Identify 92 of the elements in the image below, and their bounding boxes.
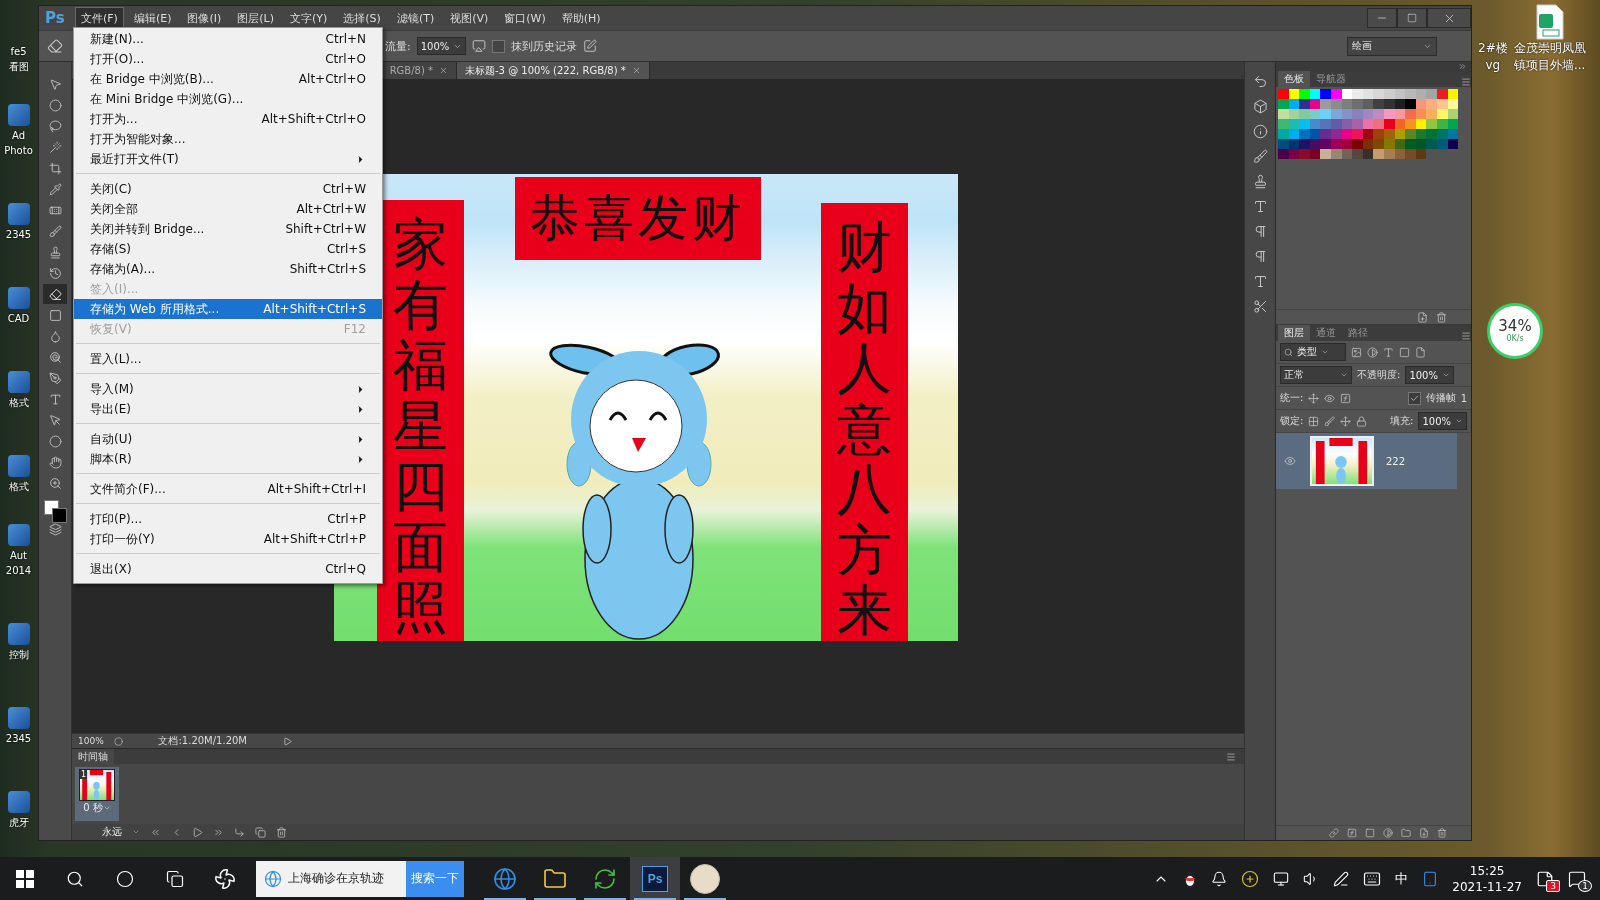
menu-entry[interactable]: 打印一份(Y) Alt+Shift+Ctrl+P	[74, 529, 382, 549]
desktop-icon-label: 看图	[8, 60, 29, 74]
menu-entry[interactable]: 文件简介(F)... Alt+Shift+Ctrl+I	[74, 479, 382, 499]
desktop-icon-label: vg	[1485, 57, 1501, 74]
menu-item[interactable]: 视图(V)	[444, 6, 495, 30]
desktop-icon-label: 格式	[8, 480, 29, 494]
desktop-icon-label: 金茂崇明凤凰	[1513, 40, 1586, 57]
fill-label: 填充:	[1390, 414, 1414, 428]
document-size: 文档:1.20M/1.20M	[157, 734, 248, 748]
menu-item[interactable]: 选择(S)	[337, 6, 387, 30]
menu-item[interactable]: 帮助(H)	[555, 6, 607, 30]
propagate-label: 传播帧	[1425, 391, 1456, 405]
fill-field[interactable]: 100%	[1418, 412, 1467, 430]
menu-item[interactable]: 文字(Y)	[284, 6, 334, 30]
menu-entry[interactable]: 存储为(A)... Shift+Ctrl+S	[74, 259, 382, 279]
desktop-icon-label: Ad	[12, 129, 25, 143]
desktop-icon-label: 镇项目外墙...	[1513, 57, 1586, 74]
menu-item[interactable]: 窗口(W)	[498, 6, 552, 30]
document-tab[interactable]: 未标题-3 @ 100% (222, RGB/8) *	[457, 62, 650, 79]
speed-widget[interactable]: 34% 0K/s	[1487, 303, 1543, 359]
menu-item[interactable]: 文件(F)	[75, 6, 124, 30]
menu-entry[interactable]: 打开为智能对象...	[74, 129, 382, 149]
desktop-icon-label: 格式	[8, 396, 29, 410]
menu-entry[interactable]: 退出(X) Ctrl+Q	[74, 559, 382, 579]
desktop-icon-label: 2#楼	[1478, 40, 1508, 57]
desktop-icon-label: CAD	[7, 312, 30, 326]
panel-tab[interactable]: 导航器	[1310, 71, 1352, 87]
menu-item[interactable]: 滤镜(T)	[390, 6, 441, 30]
menu-entry[interactable]: 新建(N)... Ctrl+N	[74, 29, 382, 49]
menu-entry[interactable]: 打开为... Alt+Shift+Ctrl+O	[74, 109, 382, 129]
menu-entry[interactable]: 打开(O)... Ctrl+O	[74, 49, 382, 69]
rate-text: 0K/s	[1506, 334, 1524, 344]
menu-entry[interactable]: 关闭并转到 Bridge... Shift+Ctrl+W	[74, 219, 382, 239]
timeline-frame[interactable]: 1 0 秒	[75, 767, 119, 821]
propagate-count: 1	[1460, 392, 1467, 404]
desktop-icon-label: Aut	[9, 549, 28, 563]
lock-label: 锁定:	[1280, 414, 1304, 428]
app-logo: Ps	[45, 9, 66, 27]
desktop-icon-label: fe5	[10, 45, 27, 59]
panel-tab[interactable]: 通道	[1310, 325, 1342, 341]
menu-entry[interactable]: 在 Mini Bridge 中浏览(G)...	[74, 89, 382, 109]
menu-entry[interactable]: 存储(S) Ctrl+S	[74, 239, 382, 259]
desktop-icon-label: 2345	[5, 732, 32, 746]
desktop-icon-label: 2345	[5, 228, 32, 242]
menu-entry[interactable]: 关闭(C) Ctrl+W	[74, 179, 382, 199]
history-label: 抹到历史记录	[511, 38, 578, 54]
search-field[interactable]: 上海确诊在京轨迹	[256, 860, 406, 897]
taskbar-app-button[interactable]: Ps	[630, 857, 680, 900]
zoom-level: 100%	[78, 736, 104, 746]
desktop-icon-label: 虎牙	[8, 816, 29, 830]
flow-label: 流量:	[385, 38, 411, 54]
desktop-icon-label: Photo	[4, 144, 33, 158]
notification-badge: 1	[1578, 879, 1592, 892]
frame-number: 1	[80, 770, 88, 779]
panel-tab[interactable]: 图层	[1278, 325, 1310, 341]
unify-label: 统一:	[1280, 391, 1304, 405]
menu-entry[interactable]: 导出(E)	[74, 399, 382, 419]
banner-text: 恭喜发财	[515, 177, 761, 260]
opacity-field[interactable]: 100%	[1405, 366, 1454, 384]
panel-tab[interactable]: 色板	[1278, 71, 1310, 87]
blend-mode-select[interactable]: 正常	[1280, 366, 1352, 384]
desktop-icon-label: 控制	[8, 648, 29, 662]
layer-row[interactable]: 222	[1276, 433, 1457, 489]
menu-entry[interactable]: 在 Bridge 中浏览(B)... Alt+Ctrl+O	[74, 69, 382, 89]
frame-delay[interactable]: 0 秒	[83, 801, 111, 815]
layer-name: 222	[1386, 455, 1406, 467]
menu-entry[interactable]: 置入(L)...	[74, 349, 382, 369]
menu-item[interactable]: 编辑(E)	[127, 6, 178, 30]
couplet-text: 家有福星四面照	[393, 214, 448, 641]
menu-entry[interactable]: 关闭全部 Alt+Ctrl+W	[74, 199, 382, 219]
menu-entry[interactable]: 导入(M)	[74, 379, 382, 399]
menu-entry[interactable]: 存储为 Web 所用格式... Alt+Shift+Ctrl+S	[74, 299, 382, 319]
flow-select[interactable]: 100%	[416, 37, 467, 55]
workspace-select[interactable]: 绘画	[1347, 36, 1437, 56]
menu-entry[interactable]: 自动(U)	[74, 429, 382, 449]
menu-item[interactable]: 图像(I)	[181, 6, 228, 30]
notification-badge: 3	[1546, 879, 1560, 892]
input-method[interactable]: 中	[1395, 869, 1409, 888]
menu-entry[interactable]: 脚本(R)	[74, 449, 382, 469]
panel-tab[interactable]: 路径	[1342, 325, 1374, 341]
couplet-text: 财如人意八方来	[837, 217, 892, 641]
opacity-label: 不透明度:	[1357, 368, 1401, 382]
clock[interactable]: 15:25 2021-11-27	[1452, 862, 1522, 895]
loop-select[interactable]: 永远	[102, 825, 140, 839]
menu-entry[interactable]: 打印(P)... Ctrl+P	[74, 509, 382, 529]
panel-tab[interactable]: 时间轴	[72, 748, 114, 765]
menu-item[interactable]: 图层(L)	[231, 6, 280, 30]
desktop-icon-label: 2014	[5, 564, 32, 578]
filter-select[interactable]: 类型	[1280, 343, 1346, 361]
menu-entry[interactable]: 最近打开文件(T)	[74, 149, 382, 169]
app-logo: Ps	[642, 865, 668, 892]
percent-text: 34%	[1498, 318, 1532, 334]
